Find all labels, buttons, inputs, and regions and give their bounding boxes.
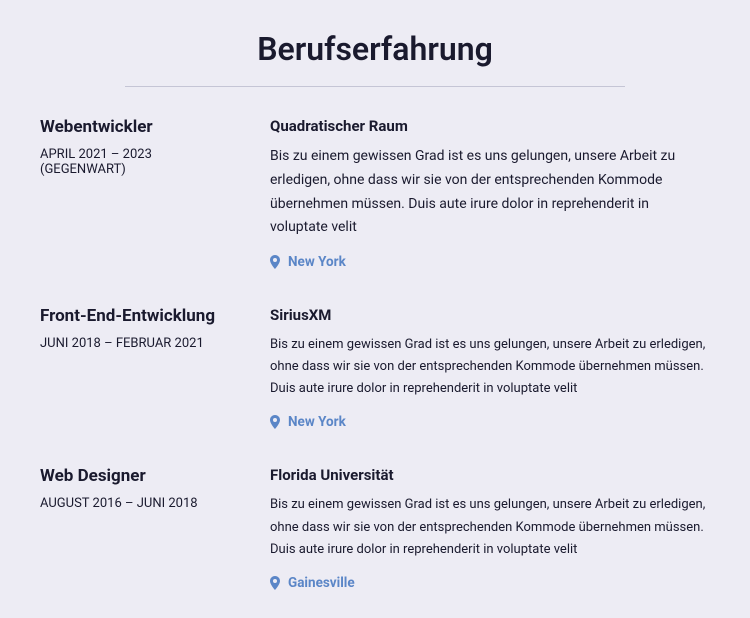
experience-entry: Web Designer AUGUST 2016 – JUNI 2018 Flo… [40, 466, 710, 590]
job-dates: AUGUST 2016 – JUNI 2018 [40, 496, 240, 511]
location-pin-icon [270, 255, 280, 269]
job-role: Web Designer [40, 466, 240, 486]
company-name: Florida Universität [270, 466, 710, 484]
page-title: Berufserfahrung [40, 30, 710, 68]
location-text: New York [288, 254, 346, 270]
job-location: Gainesville [270, 575, 710, 591]
job-location: New York [270, 254, 710, 270]
location-text: New York [288, 414, 346, 430]
job-description: Bis zu einem gewissen Grad ist es uns ge… [270, 334, 710, 400]
location-text: Gainesville [288, 575, 355, 591]
job-location: New York [270, 414, 710, 430]
location-pin-icon [270, 415, 280, 429]
job-description: Bis zu einem gewissen Grad ist es uns ge… [270, 145, 710, 240]
company-name: Quadratischer Raum [270, 117, 710, 135]
job-role: Front-End-Entwicklung [40, 306, 240, 326]
job-role: Webentwickler [40, 117, 240, 137]
job-description: Bis zu einem gewissen Grad ist es uns ge… [270, 494, 710, 560]
experience-entry: Front-End-Entwicklung JUNI 2018 – FEBRUA… [40, 306, 710, 430]
experience-entry: Webentwickler APRIL 2021 – 2023 (GEGENWA… [40, 117, 710, 270]
company-name: SiriusXM [270, 306, 710, 324]
location-pin-icon [270, 576, 280, 590]
job-dates: APRIL 2021 – 2023 (GEGENWART) [40, 147, 240, 177]
job-dates: JUNI 2018 – FEBRUAR 2021 [40, 336, 240, 351]
section-divider [125, 86, 625, 87]
